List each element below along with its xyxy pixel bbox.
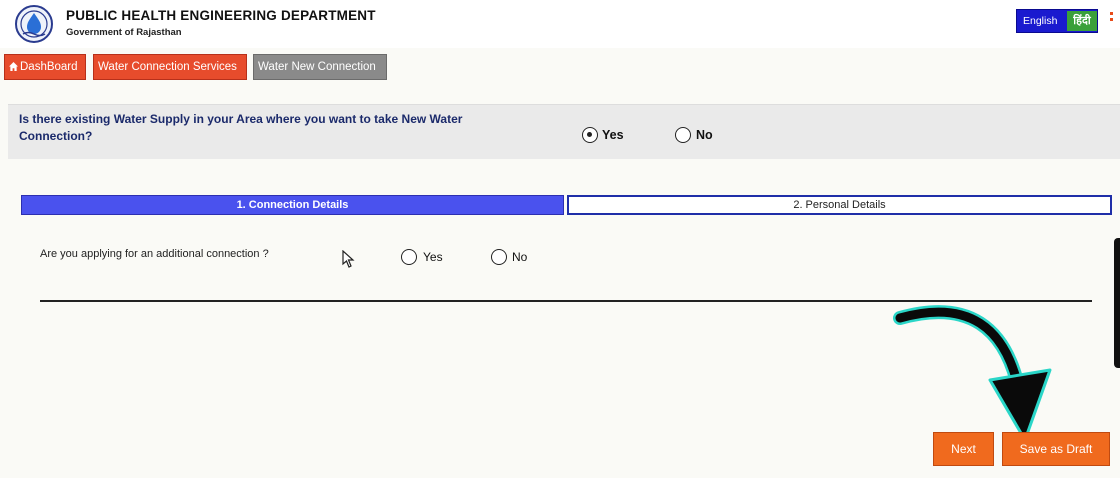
language-hindi-option[interactable]: हिंदी [1067,11,1097,31]
additional-no-radio[interactable] [491,249,507,265]
mouse-cursor-icon [342,250,355,268]
language-toggle[interactable]: English हिंदी [1016,9,1098,33]
department-logo-icon [15,5,53,43]
home-icon [9,62,18,71]
nav-dashboard-label: DashBoard [20,61,78,73]
nav-water-new-connection-button[interactable]: Water New Connection [253,54,387,80]
supply-yes-radio[interactable] [582,127,598,143]
site-header: PUBLIC HEALTH ENGINEERING DEPARTMENT Gov… [0,0,1120,48]
language-english-option[interactable]: English [1023,15,1057,27]
save-as-draft-button[interactable]: Save as Draft [1002,432,1110,466]
curved-arrow-icon [893,305,1052,442]
nav-dashboard-button[interactable]: DashBoard [4,54,86,80]
supply-no-radio[interactable] [675,127,691,143]
supply-no-label[interactable]: No [696,128,713,142]
additional-yes-radio[interactable] [401,249,417,265]
next-button[interactable]: Next [933,432,994,466]
nav-water-connection-services-button[interactable]: Water Connection Services [93,54,247,80]
additional-yes-label[interactable]: Yes [423,250,443,264]
tab-personal-details[interactable]: 2. Personal Details [567,195,1112,215]
government-subtitle: Government of Rajasthan [66,27,182,38]
additional-no-label[interactable]: No [512,250,527,264]
tab-connection-details[interactable]: 1. Connection Details [21,195,564,215]
additional-connection-question: Are you applying for an additional conne… [40,248,269,260]
supply-question-text: Is there existing Water Supply in your A… [19,112,463,143]
more-menu-icon[interactable] [1110,12,1114,28]
department-title: PUBLIC HEALTH ENGINEERING DEPARTMENT [66,8,376,23]
side-panel-edge [1114,238,1120,368]
supply-question-panel: Is there existing Water Supply in your A… [8,104,1120,159]
supply-yes-label[interactable]: Yes [602,128,624,142]
